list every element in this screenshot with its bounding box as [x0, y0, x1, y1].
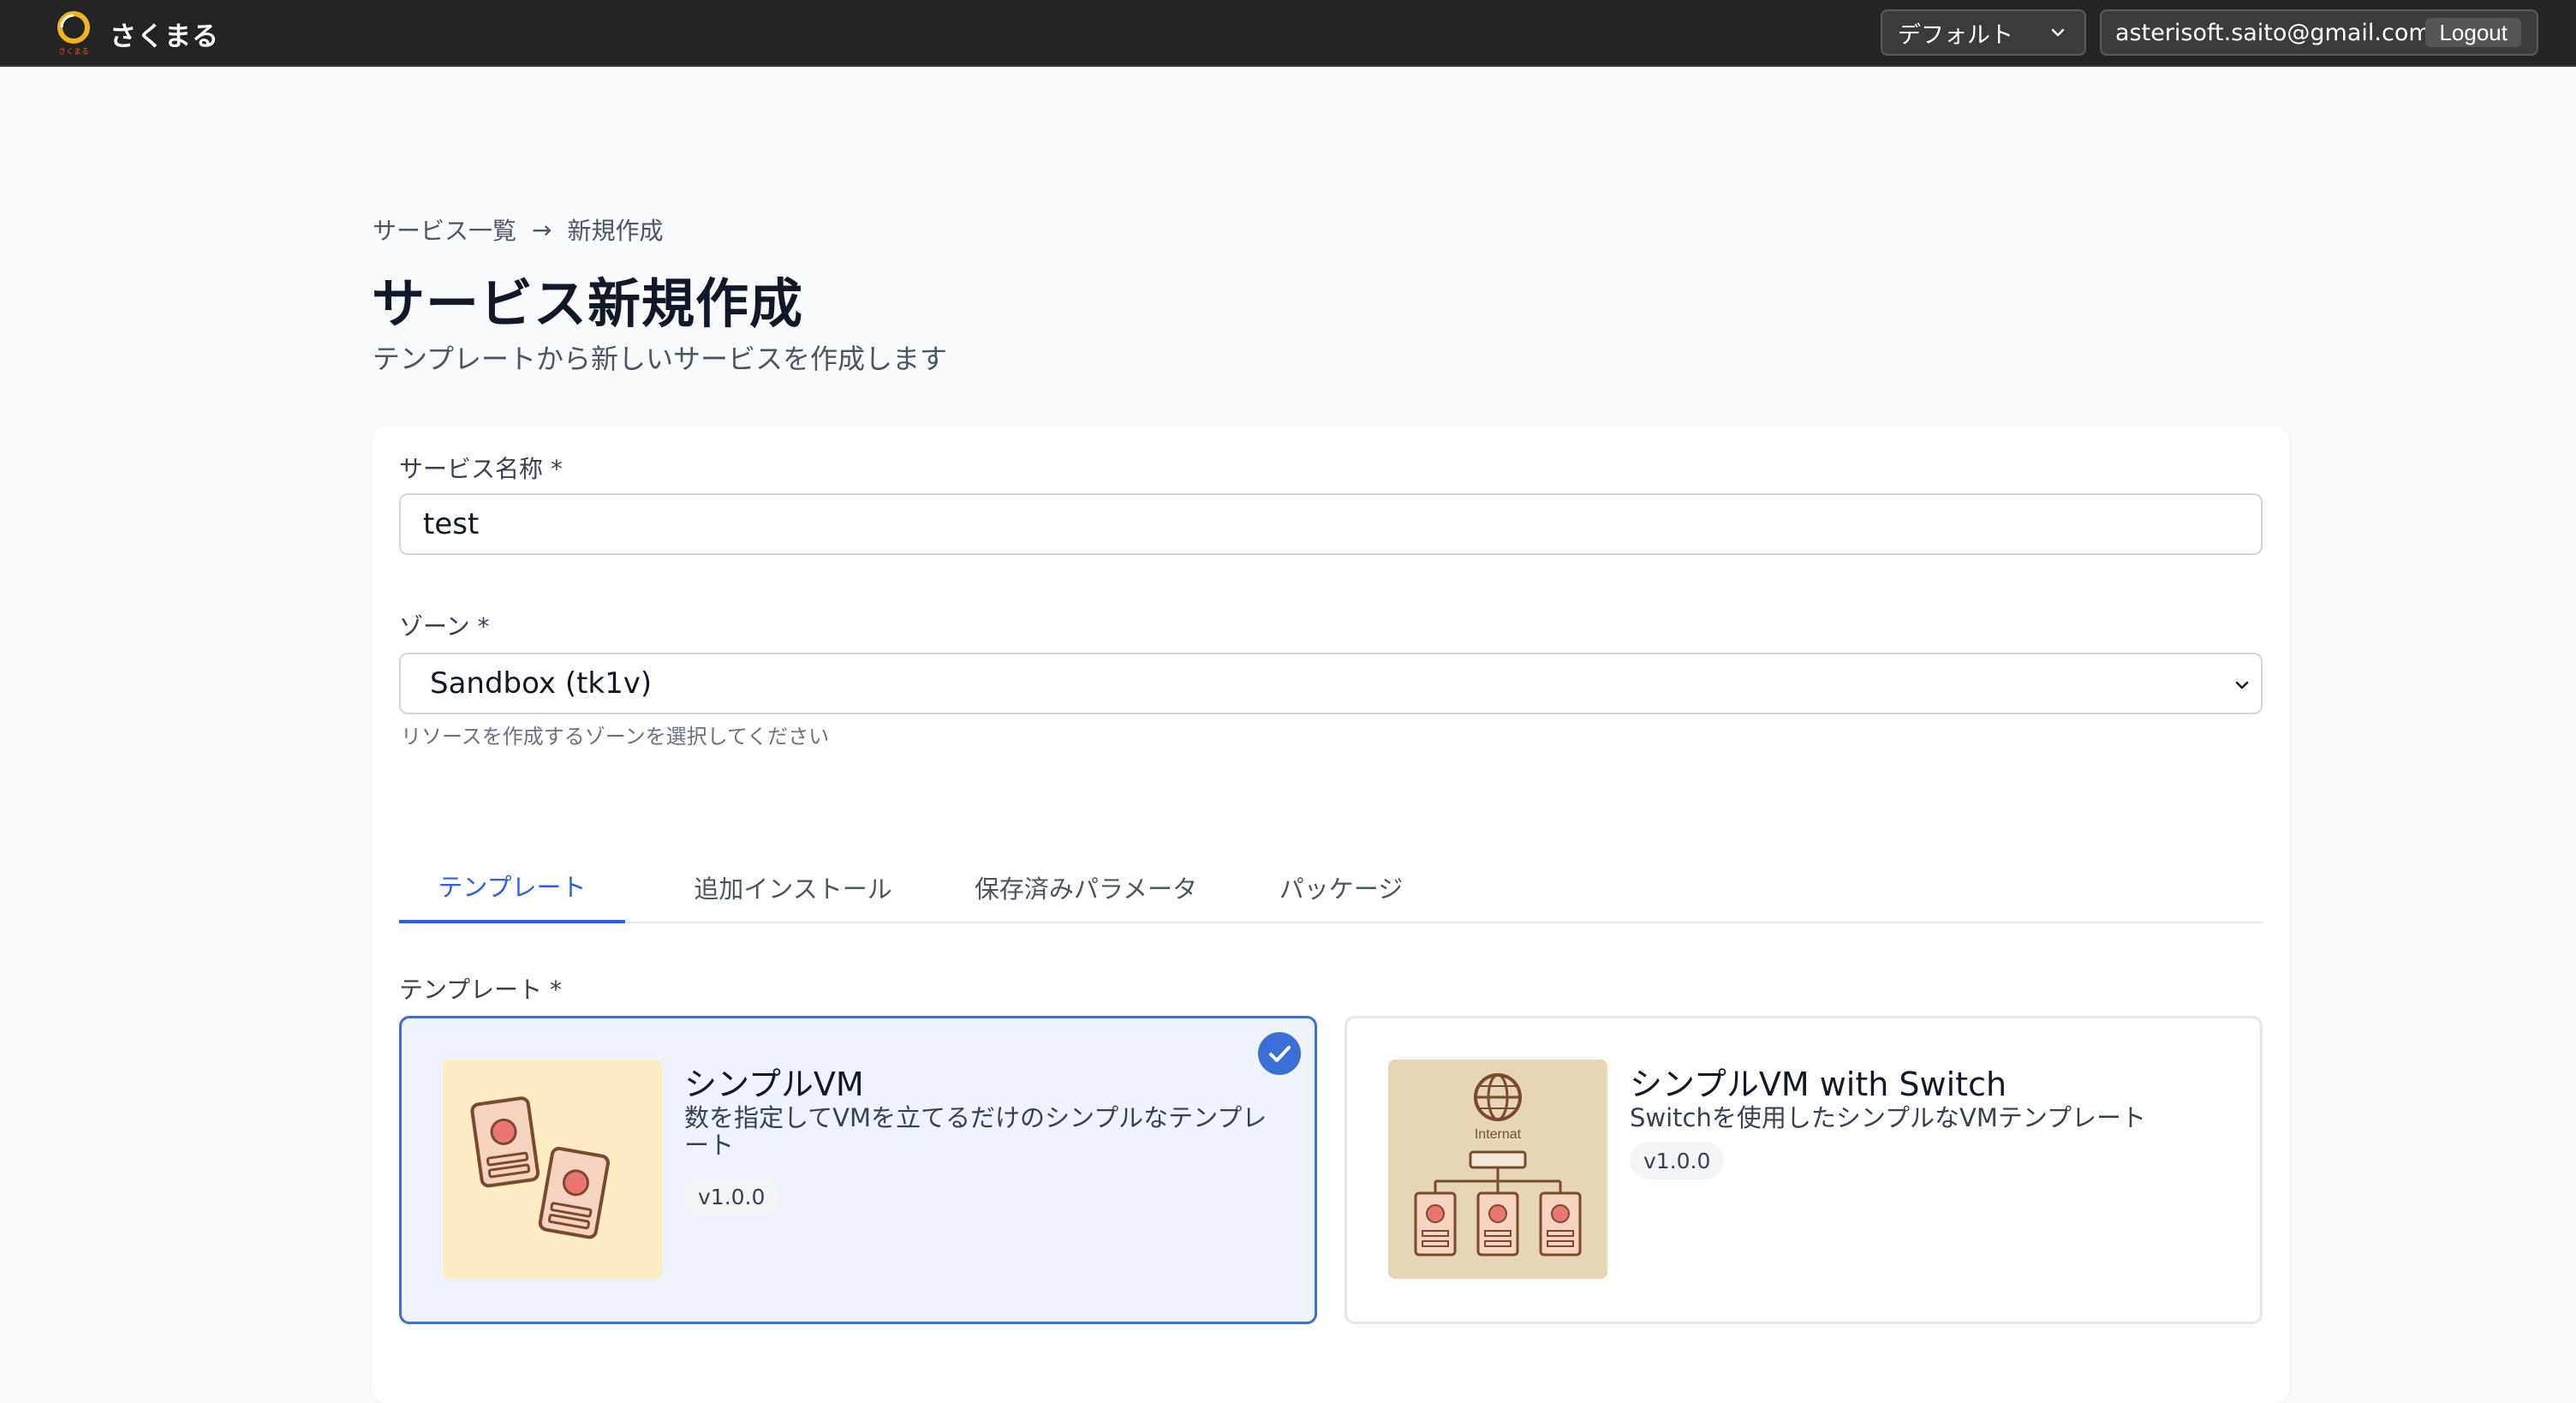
service-name-label: サービス名称 * [399, 455, 563, 483]
top-bar: さくまる さくまる デフォルト asterisoft.saito@gmail.c… [0, 0, 2576, 67]
zone-label: ゾーン * [399, 612, 490, 641]
server-cards-icon [443, 1060, 662, 1279]
selected-check-icon [1258, 1032, 1301, 1075]
chevron-down-icon [2235, 681, 2249, 690]
tab-bar: テンプレート 追加インストール 保存済みパラメータ パッケージ [399, 851, 2263, 923]
environment-select-value: デフォルト [1898, 21, 2013, 49]
template-name: シンプルVM with Switch [1630, 1066, 2007, 1103]
service-form-card: サービス名称 * test ゾーン * Sandbox (tk1v) リソースを… [372, 427, 2290, 1403]
template-card-simple-vm[interactable]: シンプルVM 数を指定してVMを立てるだけのシンプルなテンプレート v1.0.0 [399, 1016, 1317, 1324]
template-description: 数を指定してVMを立てるだけのシンプルなテンプレート [684, 1103, 1267, 1160]
zone-helper-text: リソースを作成するゾーンを選択してください [401, 725, 830, 749]
brand-name: さくまる [110, 21, 219, 52]
tab-templates[interactable]: テンプレート [399, 851, 625, 923]
breadcrumb-item-new: 新規作成 [567, 217, 664, 245]
template-version-badge: v1.0.0 [1630, 1142, 1725, 1179]
template-label: テンプレート * [399, 976, 563, 1004]
service-name-input[interactable]: test [399, 493, 2263, 555]
service-name-value: test [423, 507, 480, 541]
page-subtitle: テンプレートから新しいサービスを作成します [373, 343, 948, 375]
template-version-badge: v1.0.0 [684, 1178, 779, 1215]
account-box: asterisoft.saito@gmail.com Logout [2100, 9, 2538, 56]
template-card-simple-vm-with-switch[interactable]: Internat シンプルVM with Switch Switchを使用したシ… [1345, 1016, 2263, 1324]
internet-label: Internat [1475, 1127, 1522, 1142]
zone-select[interactable]: Sandbox (tk1v) [399, 653, 2263, 714]
chevron-down-icon [2051, 28, 2065, 37]
breadcrumb-separator: → [532, 215, 552, 244]
tab-saved-parameters[interactable]: 保存済みパラメータ [959, 851, 1213, 923]
tab-packages[interactable]: パッケージ [1255, 851, 1427, 923]
brand[interactable]: さくまる さくまる [55, 9, 219, 58]
logout-button[interactable]: Logout [2425, 18, 2521, 47]
main-content: サービス一覧 → 新規作成 サービス新規作成 テンプレートから新しいサービスを作… [43, 67, 2533, 1403]
template-name: シンプルVM [684, 1066, 864, 1103]
template-description: Switchを使用したシンプルなVMテンプレート [1630, 1103, 2146, 1132]
zone-select-value: Sandbox (tk1v) [430, 666, 653, 701]
account-email: asterisoft.saito@gmail.com [2115, 19, 2431, 46]
server-box [1414, 1191, 1457, 1257]
environment-select[interactable]: デフォルト [1881, 9, 2086, 56]
breadcrumb-item-service-list[interactable]: サービス一覧 [373, 212, 516, 247]
sakumaru-logo-icon: さくまる [55, 9, 92, 58]
breadcrumb: サービス一覧 → 新規作成 [373, 212, 664, 247]
page-title: サービス新規作成 [372, 272, 804, 335]
network-switch-icon: Internat [1388, 1060, 1607, 1279]
tab-additional-install[interactable]: 追加インストール [666, 851, 920, 923]
